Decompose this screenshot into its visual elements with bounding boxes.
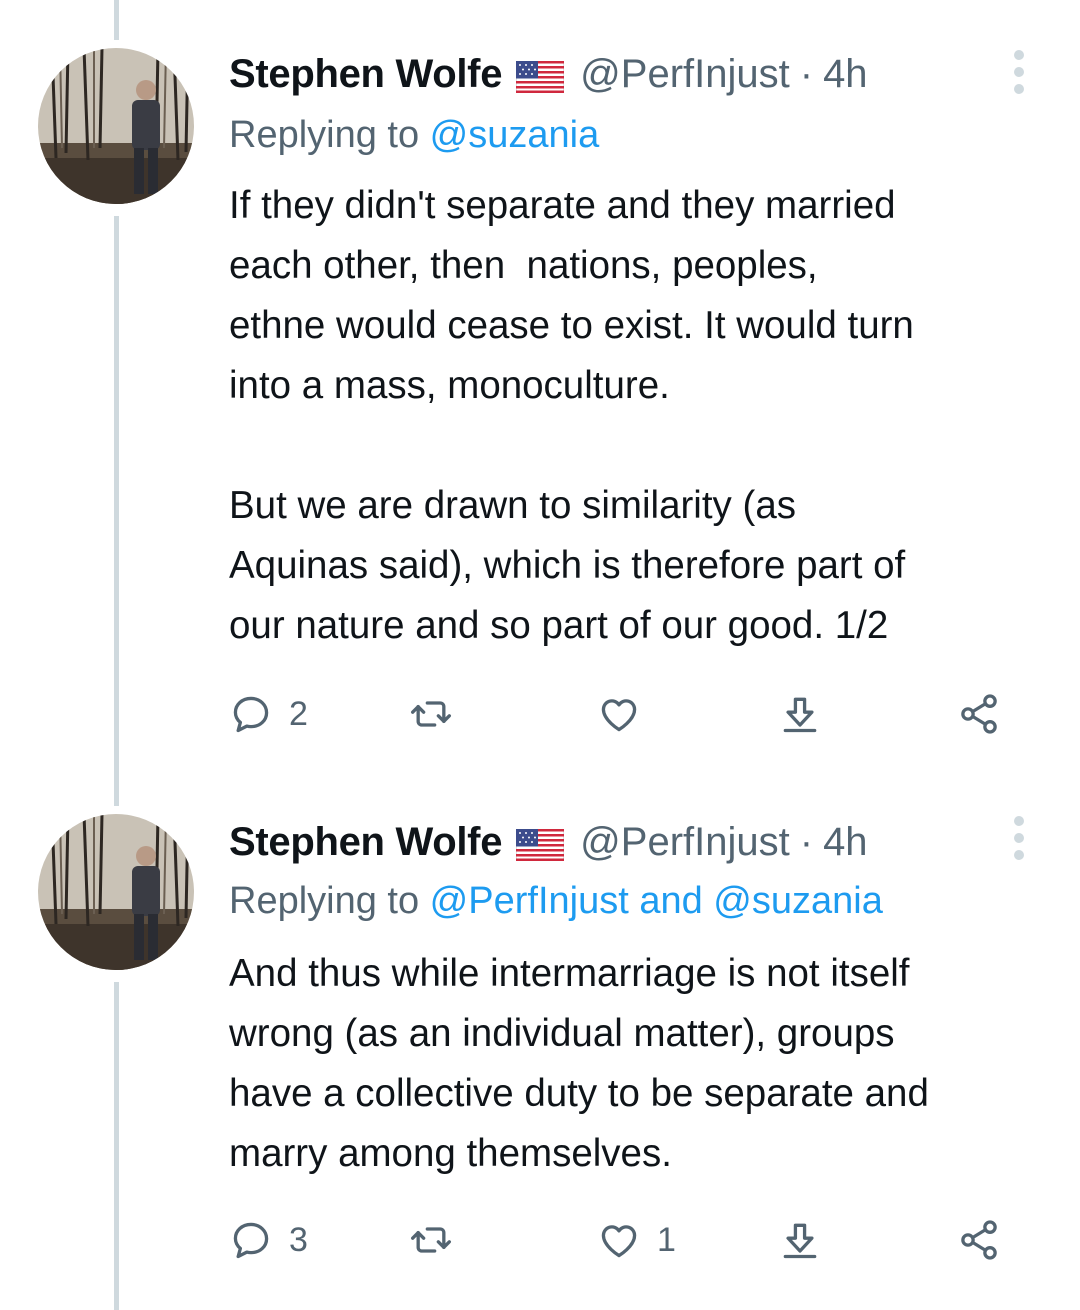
mention-link[interactable]: @suzania [430,114,600,156]
share-icon [961,694,997,734]
timestamp[interactable]: 4h [823,52,868,97]
tweet-text: If they didn't separate and they married… [229,184,914,647]
like-icon [601,699,637,732]
tweet-header: Stephen Wolfe @PerfInjust · 4h [229,812,868,872]
tweet-text: And thus while intermarriage is not itse… [229,952,929,1175]
reply-button[interactable]: 2 [229,684,308,744]
share-button[interactable] [957,1210,1001,1270]
separator-dot: · [799,819,814,864]
download-icon [783,697,817,733]
replying-prefix: Replying to [229,114,430,156]
share-button[interactable] [957,684,1001,744]
like-button[interactable] [597,684,657,744]
download-button[interactable] [778,684,822,744]
retweet-button[interactable] [409,1210,469,1270]
replying-prefix: Replying to [229,880,430,922]
replying-to-line: Replying to @PerfInjust and @suzania [229,880,883,923]
share-icon [961,1220,997,1260]
retweet-icon [411,1227,451,1253]
separator-dot: · [799,51,814,96]
reply-icon [233,696,269,733]
tweet-1[interactable]: Stephen Wolfe @PerfInjust · 4h Replying … [0,0,1080,770]
tweet-actions: 2 [229,684,1029,744]
retweet-button[interactable] [409,684,469,744]
retweet-icon [411,701,451,727]
us-flag-icon [515,826,565,862]
mention-link[interactable]: @PerfInjust and @suzania [430,880,883,922]
display-name[interactable]: Stephen Wolfe [229,52,502,97]
display-name[interactable]: Stephen Wolfe [229,820,502,865]
tweet-actions: 3 1 [229,1210,1029,1270]
reply-icon [233,1222,269,1259]
like-count: 1 [657,1220,676,1259]
avatar[interactable] [38,48,194,204]
tweet-2[interactable]: Stephen Wolfe @PerfInjust · 4h Replying … [0,770,1080,1310]
download-icon [783,1223,817,1259]
reply-count: 3 [289,1220,308,1259]
handle[interactable]: @PerfInjust [580,820,790,865]
us-flag-icon [515,58,565,94]
reply-count: 2 [289,694,308,733]
download-button[interactable] [778,1210,822,1270]
handle[interactable]: @PerfInjust [580,52,790,97]
tweet-header: Stephen Wolfe @PerfInjust · 4h [229,44,868,104]
timestamp[interactable]: 4h [823,820,868,865]
like-button[interactable]: 1 [597,1210,676,1270]
more-options-icon[interactable] [1012,50,1026,94]
like-icon [601,1225,637,1258]
reply-button[interactable]: 3 [229,1210,308,1270]
avatar[interactable] [38,814,194,970]
replying-to-line: Replying to @suzania [229,114,599,157]
more-options-icon[interactable] [1012,816,1026,860]
